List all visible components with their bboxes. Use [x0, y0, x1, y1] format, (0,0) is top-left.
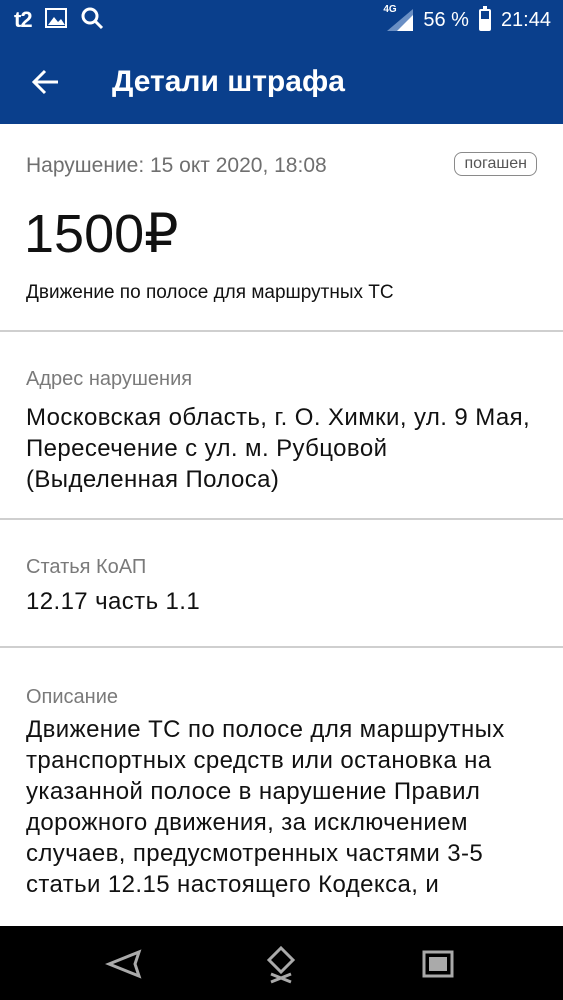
fine-amount: 1500₽	[24, 204, 179, 264]
status-bar: t2 4G 56 % 21:44	[0, 0, 563, 40]
fine-details: Нарушение: 15 окт 2020, 18:08 погашен 15…	[0, 124, 563, 926]
address-label: Адрес нарушения	[26, 368, 193, 390]
status-badge: погашен	[454, 152, 537, 176]
violation-date: Нарушение: 15 окт 2020, 18:08	[26, 154, 327, 177]
back-triangle-icon[interactable]	[104, 944, 145, 984]
fine-summary: Нарушение: 15 окт 2020, 18:08 погашен 15…	[0, 124, 563, 332]
article-value: 12.17 часть 1.1	[26, 588, 201, 615]
battery-percent: 56 %	[423, 8, 469, 31]
article-label: Статья КоАП	[26, 556, 147, 578]
page-title: Детали штрафа	[112, 65, 345, 98]
article-section: Статья КоАП 12.17 часть 1.1	[0, 520, 563, 648]
carrier-label: t2	[14, 7, 33, 32]
signal-icon: 4G	[383, 4, 414, 31]
description-label: Описание	[26, 686, 119, 708]
search-icon	[80, 6, 104, 35]
description-value: Движение ТС по полосе для маршрутных тра…	[26, 716, 505, 898]
clock: 21:44	[500, 8, 551, 31]
battery-icon	[478, 6, 491, 31]
address-value: Московская область, г. О. Химки, ул. 9 М…	[26, 404, 531, 493]
gallery-icon	[44, 6, 68, 35]
violation-title: Движение по полосе для маршрутных ТС	[26, 282, 394, 303]
system-nav-bar	[0, 926, 563, 1000]
address-section: Адрес нарушения Московская область, г. О…	[0, 332, 563, 520]
home-icon[interactable]	[261, 944, 301, 984]
arrow-left-icon[interactable]	[26, 62, 66, 102]
app-bar: Детали штрафа	[0, 40, 563, 124]
network-type: 4G	[383, 4, 397, 15]
recents-icon[interactable]	[418, 944, 458, 984]
